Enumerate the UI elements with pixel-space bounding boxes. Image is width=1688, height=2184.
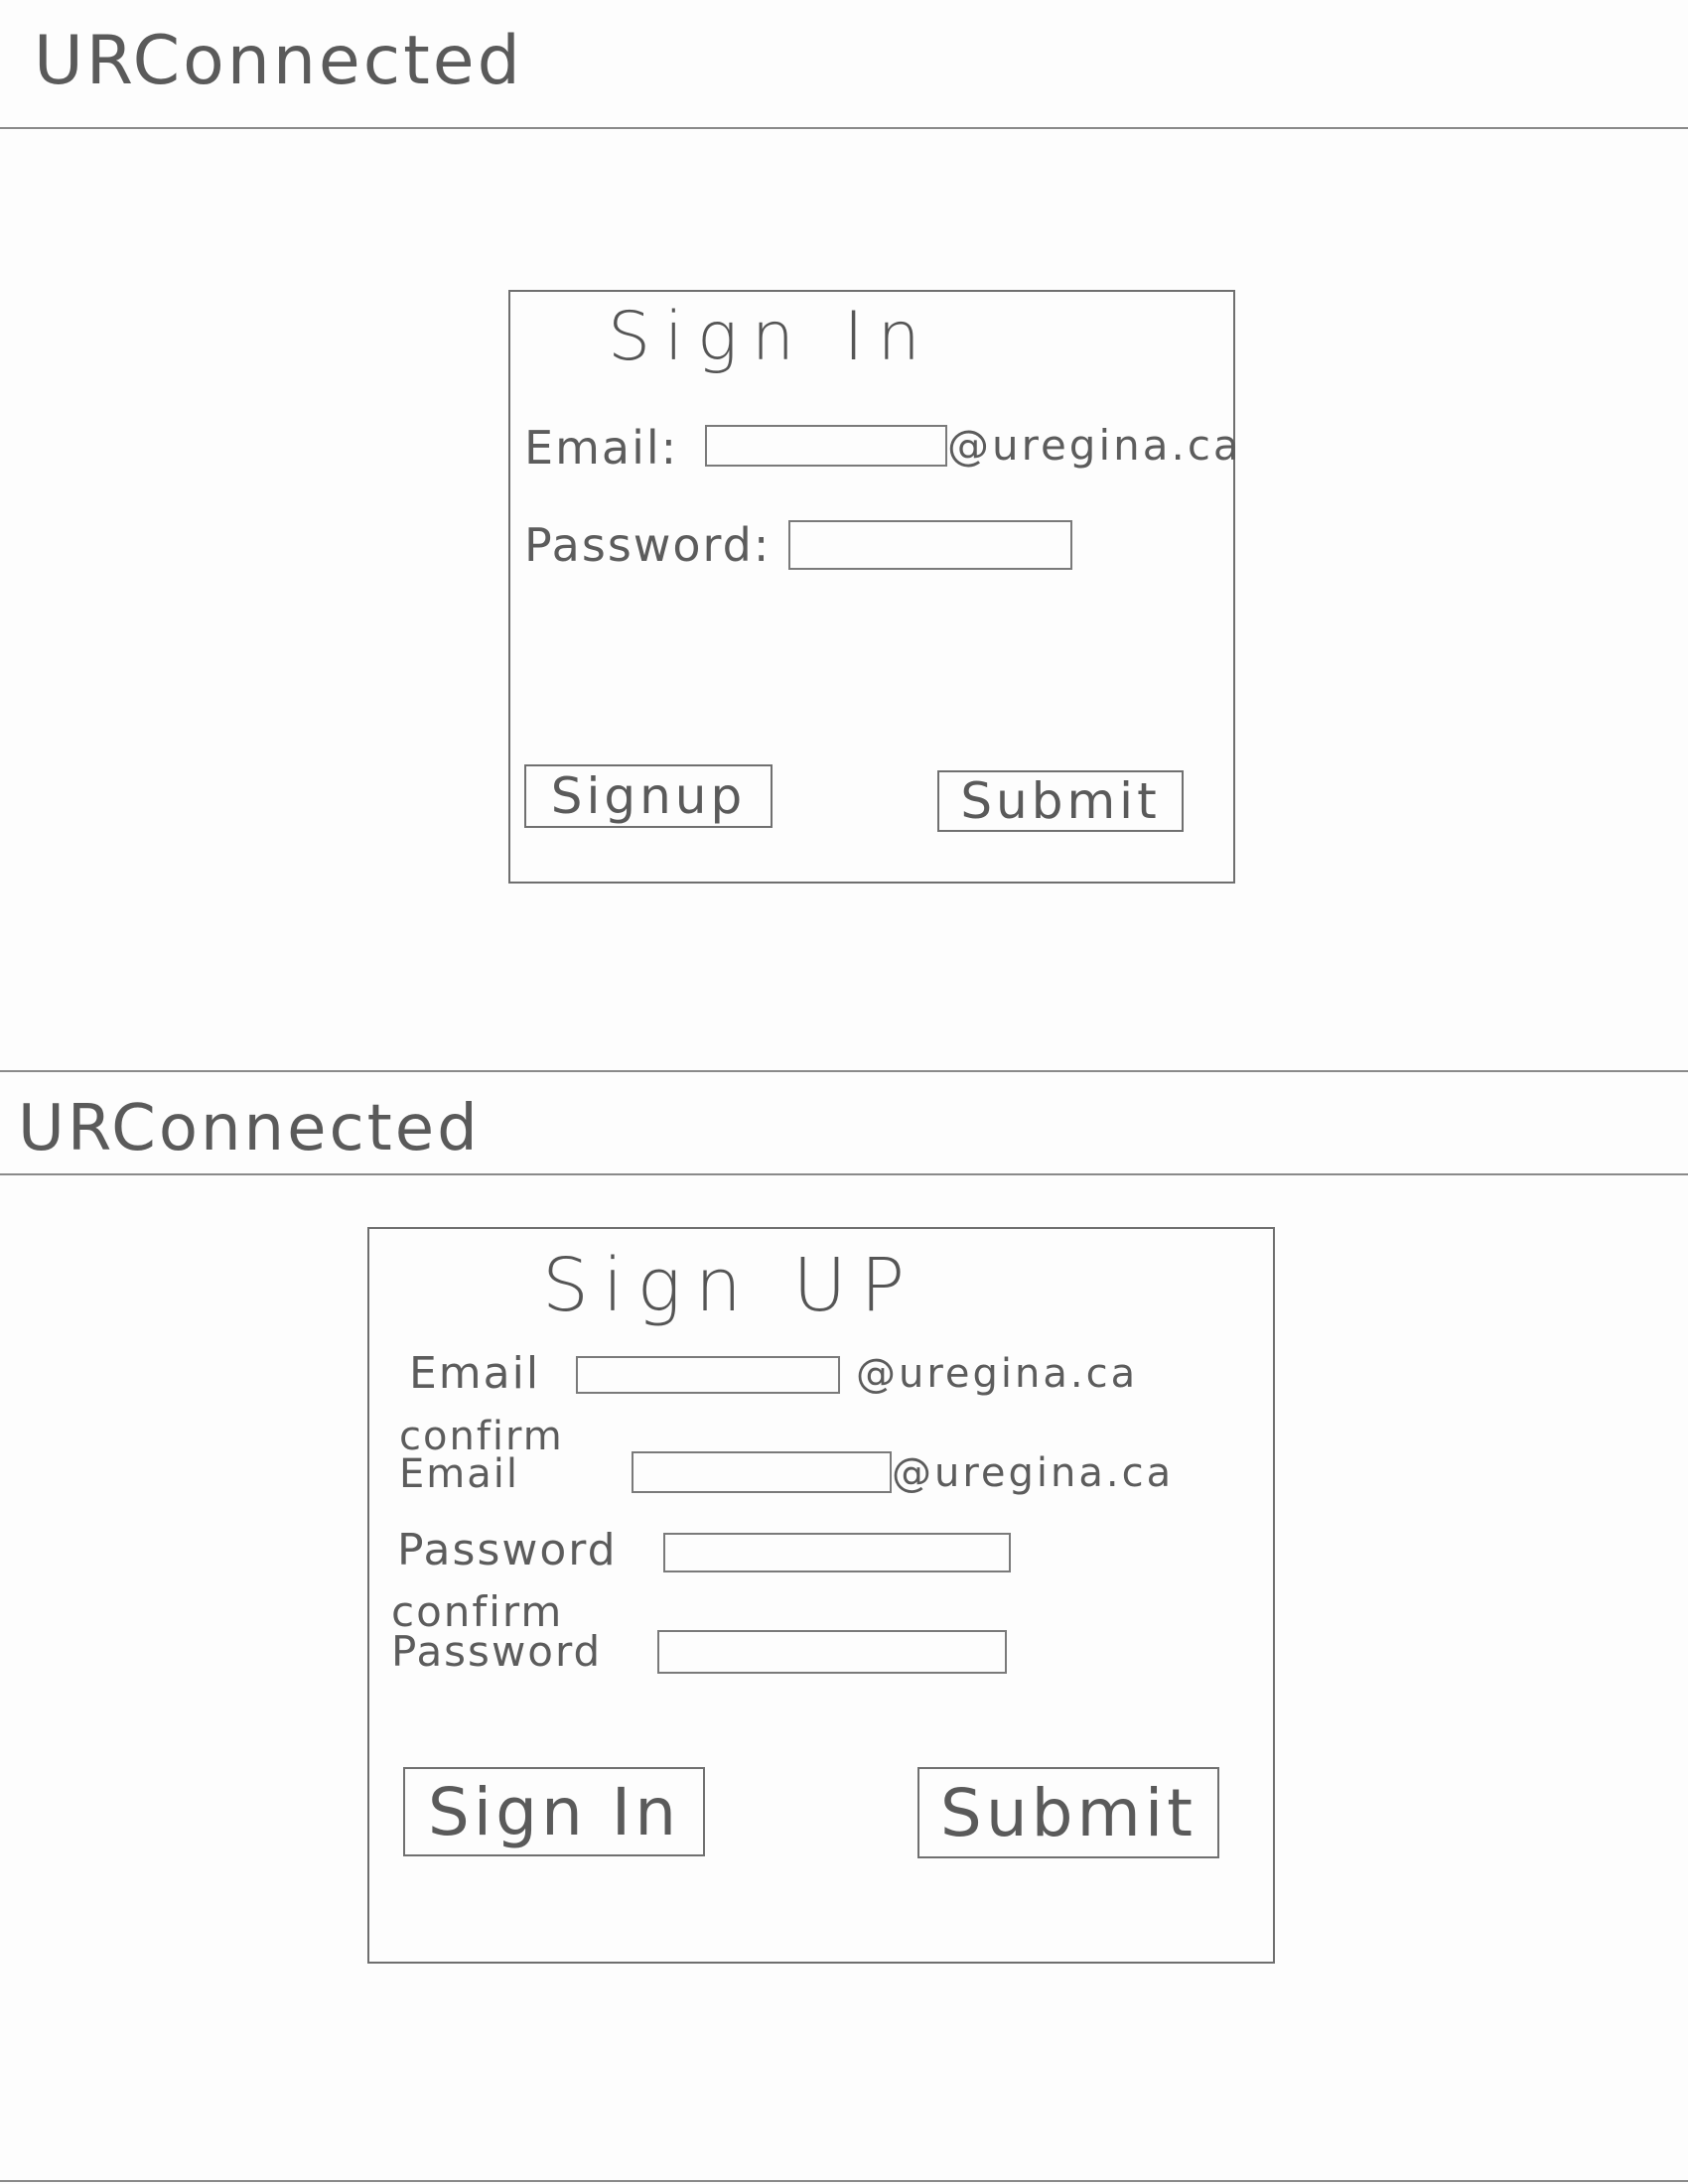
app-title: URConnected <box>34 22 523 100</box>
header-divider <box>0 127 1688 129</box>
password-label: Password <box>397 1525 618 1575</box>
confirm-email-label: confirm Email <box>399 1414 618 1497</box>
email-label: Email: <box>524 421 679 475</box>
password-input[interactable] <box>788 520 1072 570</box>
signup-button[interactable]: Signup <box>524 764 773 828</box>
submit-button[interactable]: Submit <box>937 770 1184 832</box>
bottom-divider <box>0 2180 1688 2182</box>
signup-title: Sign UP <box>542 1243 919 1328</box>
confirm-email-label-line2: Email <box>399 1451 519 1497</box>
email-input[interactable] <box>705 425 947 467</box>
signin-button[interactable]: Sign In <box>403 1767 705 1856</box>
top-divider <box>0 1070 1688 1072</box>
submit-button[interactable]: Submit <box>917 1767 1219 1858</box>
email-domain-suffix: @uregina.ca <box>947 421 1242 470</box>
confirm-email-label-line1: confirm <box>399 1414 564 1459</box>
password-input[interactable] <box>663 1533 1011 1572</box>
email-input[interactable] <box>576 1356 840 1394</box>
password-label: Password: <box>524 518 772 572</box>
confirm-password-input[interactable] <box>657 1630 1007 1674</box>
confirm-password-label-line1: confirm <box>391 1587 564 1636</box>
signin-title: Sign In <box>608 298 934 376</box>
header-divider <box>0 1173 1688 1175</box>
confirm-password-label-line2: Password <box>391 1626 603 1676</box>
email-label: Email <box>409 1348 541 1399</box>
email-domain-suffix: @uregina.ca <box>856 1351 1139 1397</box>
confirm-email-domain-suffix: @uregina.ca <box>892 1450 1175 1496</box>
confirm-password-label: confirm Password <box>391 1587 649 1676</box>
app-title: URConnected <box>18 1092 481 1165</box>
confirm-email-input[interactable] <box>632 1451 892 1493</box>
